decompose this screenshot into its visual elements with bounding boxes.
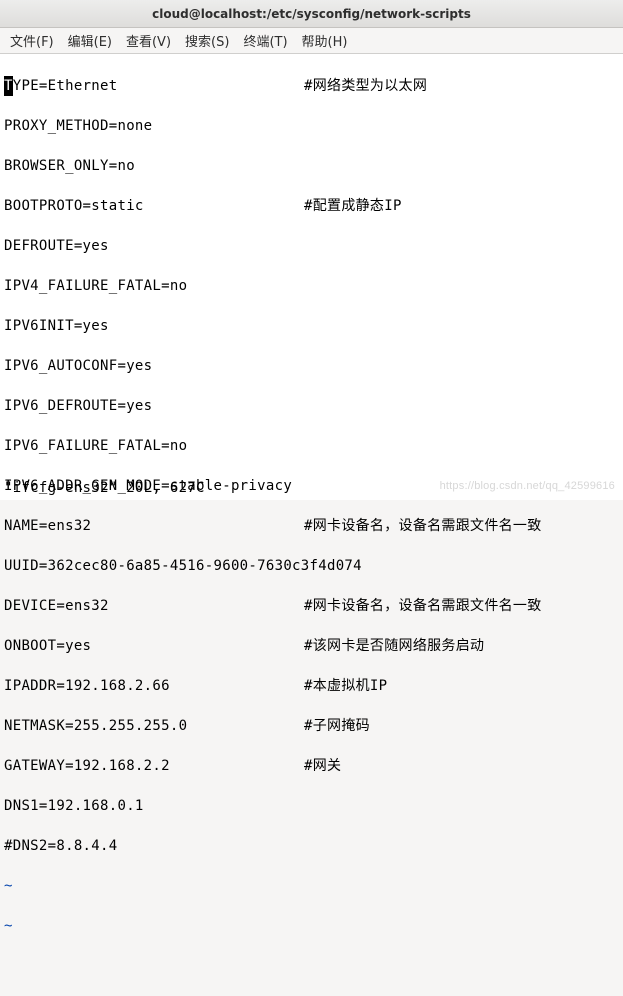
vim-tilde: ~ [4,916,13,936]
line-text: IPADDR=192.168.2.66 [4,676,304,696]
line-text: DNS1=192.168.0.1 [4,796,144,816]
window-titlebar: cloud@localhost:/etc/sysconfig/network-s… [0,0,623,28]
line-text: UUID=362cec80-6a85-4516-9600-7630c3f4d07… [4,556,362,576]
line-text: PROXY_METHOD=none [4,116,152,136]
terminal-content[interactable]: TYPE=Ethernet #网络类型为以太网 PROXY_METHOD=none… [0,54,623,500]
watermark: https://blog.csdn.net/qq_42599616 [440,476,615,496]
menu-edit[interactable]: 编辑(E) [68,31,112,50]
line-text: #DNS2=8.8.4.4 [4,836,117,856]
menu-help[interactable]: 帮助(H) [302,31,348,50]
menu-terminal[interactable]: 终端(T) [243,31,287,50]
line-comment: #网关 [304,756,341,776]
cursor: T [4,76,13,96]
line-comment: #子网掩码 [304,716,370,736]
vim-status-line: "ifcfg-ens32" 20L, 627C [4,478,205,498]
line-text: DEFROUTE=yes [4,236,109,256]
line-text: IPV6_AUTOCONF=yes [4,356,152,376]
line-text: ONBOOT=yes [4,636,304,656]
line-comment: #配置成静态IP [304,196,402,216]
line-text: BOOTPROTO=static [4,196,304,216]
line-text: IPV6_DEFROUTE=yes [4,396,152,416]
line-text: DEVICE=ens32 [4,596,304,616]
line-text: IPV6INIT=yes [4,316,109,336]
window-title: cloud@localhost:/etc/sysconfig/network-s… [152,7,471,21]
vim-tilde: ~ [4,876,13,896]
menu-file[interactable]: 文件(F) [10,31,54,50]
line-text: NAME=ens32 [4,516,304,536]
line-comment: #本虚拟机IP [304,676,387,696]
menu-view[interactable]: 查看(V) [126,31,171,50]
line-text: GATEWAY=192.168.2.2 [4,756,304,776]
line-comment: #网络类型为以太网 [304,76,427,96]
menubar: 文件(F) 编辑(E) 查看(V) 搜索(S) 终端(T) 帮助(H) [0,28,623,54]
menu-search[interactable]: 搜索(S) [185,31,229,50]
line-text: BROWSER_ONLY=no [4,156,135,176]
line-comment: #网卡设备名，设备名需跟文件名一致 [304,516,542,536]
line-comment: #网卡设备名，设备名需跟文件名一致 [304,596,542,616]
line-text: IPV4_FAILURE_FATAL=no [4,276,187,296]
line-text: NETMASK=255.255.255.0 [4,716,304,736]
line-text: YPE=Ethernet [13,78,118,94]
line-comment: #该网卡是否随网络服务启动 [304,636,484,656]
line-text: IPV6_FAILURE_FATAL=no [4,436,187,456]
